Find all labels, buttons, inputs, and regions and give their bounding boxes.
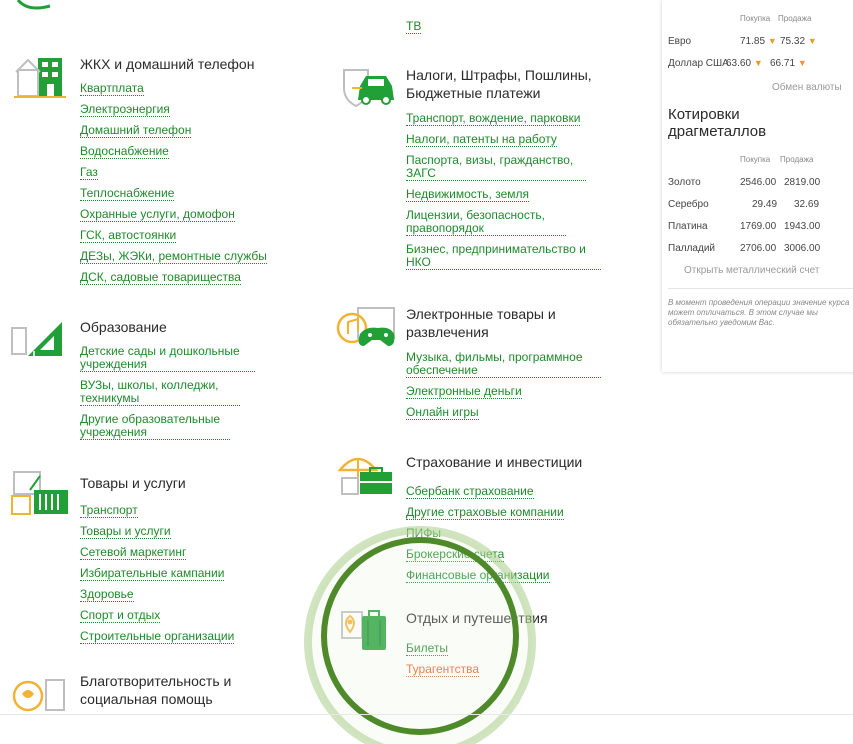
link-passports[interactable]: Паспорта, визы, гражданство, ЗАГС [406, 154, 586, 181]
category-title: Отдых и путешествия [406, 610, 548, 626]
metal-buy: 2706.00 [740, 243, 777, 254]
metal-sell: 2819.00 [784, 177, 821, 188]
category-goods-services: Товары и услуги Транспорт Товары и услуг… [80, 474, 300, 651]
category-title: Страхование и инвестиции [406, 454, 583, 470]
metal-buy: 29.49 [752, 199, 778, 210]
category-travel: Отдых и путешествия Билеты Турагентства [406, 609, 626, 684]
link-garage[interactable]: ГСК, автостоянки [80, 229, 177, 243]
link-online-games[interactable]: Онлайн игры [406, 406, 479, 420]
open-metal-account-link[interactable]: Открыть металлический счет [684, 265, 819, 276]
link-heating[interactable]: Теплоснабжение [80, 187, 175, 201]
link-transport[interactable]: Транспорт [80, 504, 138, 518]
link-network-marketing[interactable]: Сетевой маркетинг [80, 546, 187, 560]
currency-name: Доллар США [668, 58, 729, 69]
metal-buy: 1769.00 [740, 221, 777, 232]
metal-name: Платина [668, 221, 708, 232]
metal-name: Палладий [668, 243, 715, 254]
link-financial-orgs[interactable]: Финансовые организации [406, 569, 550, 583]
metal-name: Золото [668, 177, 701, 188]
charity-hand-heart-icon [12, 679, 65, 712]
link-e-money[interactable]: Электронные деньги [406, 385, 522, 399]
link-dez[interactable]: ДЕЗы, ЖЭКи, ремонтные службы [80, 250, 267, 264]
music-gamepad-icon [336, 307, 395, 346]
exchange-link[interactable]: Обмен валюты [772, 82, 842, 93]
metals-header-sell: Продажа [780, 155, 814, 164]
rate-disclaimer: В момент проведения операции значение ку… [668, 298, 850, 327]
link-dsk[interactable]: ДСК, садовые товарищества [80, 271, 241, 285]
link-goods-services[interactable]: Товары и услуги [80, 525, 171, 539]
link-real-estate[interactable]: Недвижимость, земля [406, 188, 530, 202]
metal-name: Серебро [668, 199, 709, 210]
metal-sell: 1943.00 [784, 221, 821, 232]
metals-title: Котировки драгметаллов [668, 106, 767, 140]
link-water[interactable]: Водоснабжение [80, 145, 169, 159]
link-other-education[interactable]: Другие образовательные учреждения [80, 413, 230, 440]
link-taxes-patents[interactable]: Налоги, патенты на работу [406, 133, 557, 147]
house-building-icon [14, 58, 66, 98]
currency-sell: 75.32 ▼ [780, 36, 817, 47]
link-health[interactable]: Здоровье [80, 588, 134, 602]
category-taxes: Налоги, Штрафы, Пошлины, Бюджетные плате… [406, 66, 636, 277]
link-election[interactable]: Избирательные кампании [80, 567, 225, 581]
link-music-films[interactable]: Музыка, фильмы, программное обеспечение [406, 351, 601, 378]
link-other-insurance[interactable]: Другие страховые компании [406, 506, 564, 520]
currency-header-buy: Покупка [740, 14, 771, 23]
link-travel-agencies[interactable]: Турагентства [406, 663, 480, 677]
link-pif[interactable]: ПИФы [406, 527, 441, 541]
down-arrow-icon: ▼ [753, 58, 763, 68]
link-licenses[interactable]: Лицензии, безопасность, правопорядок [406, 209, 566, 236]
category-utilities: ЖКХ и домашний телефон Квартплата Электр… [80, 55, 310, 292]
divider [0, 714, 853, 715]
currency-buy: 63.60 ▼ [726, 58, 763, 69]
link-gas[interactable]: Газ [80, 166, 98, 180]
travel-suitcase-icon [341, 610, 386, 650]
currency-name: Евро [668, 36, 692, 47]
category-charity: Благотворительность и социальная помощь [80, 672, 280, 708]
link-home-phone[interactable]: Домашний телефон [80, 124, 192, 138]
link-sport[interactable]: Спорт и отдых [80, 609, 161, 623]
category-insurance: Страхование и инвестиции Сбербанк страхо… [406, 453, 626, 590]
link-transport-driving[interactable]: Транспорт, вождение, парковки [406, 112, 581, 126]
metals-header-buy: Покупка [740, 155, 771, 164]
education-ruler-icon [11, 322, 62, 356]
link-universities[interactable]: ВУЗы, школы, колледжи, техникумы [80, 379, 240, 406]
category-education: Образование Детские сады и дошкольные уч… [80, 318, 300, 447]
category-title: ЖКХ и домашний телефон [80, 56, 255, 72]
shopping-basket-icon [11, 471, 68, 515]
partial-icon [16, 0, 51, 10]
metal-sell: 3006.00 [784, 243, 821, 254]
down-arrow-icon: ▼ [797, 58, 807, 68]
link-brokerage[interactable]: Брокерские счета [406, 548, 505, 562]
category-title: Товары и услуги [80, 475, 186, 491]
divider [668, 288, 853, 289]
category-title: Электронные товары и развлечения [406, 306, 556, 340]
umbrella-briefcase-icon [337, 457, 392, 495]
category-title: Налоги, Штрафы, Пошлины, Бюджетные плате… [406, 67, 592, 101]
metal-buy: 2546.00 [740, 177, 777, 188]
currency-sell: 66.71 ▼ [770, 58, 807, 69]
rates-panel: Покупка Продажа Евро 71.85 ▼ 75.32 ▼ Дол… [662, 0, 853, 372]
currency-header-sell: Продажа [778, 14, 812, 23]
currency-buy: 71.85 ▼ [740, 36, 777, 47]
link-construction[interactable]: Строительные организации [80, 630, 235, 644]
link-tickets[interactable]: Билеты [406, 642, 448, 656]
link-electricity[interactable]: Электроэнергия [80, 103, 170, 117]
link-business[interactable]: Бизнес, предпринимательство и НКО [406, 243, 601, 270]
down-arrow-icon: ▼ [767, 36, 777, 46]
category-title: Образование [80, 319, 167, 335]
tv-link[interactable]: ТВ [406, 20, 422, 34]
metal-sell: 32.69 [794, 199, 820, 210]
down-arrow-icon: ▼ [807, 36, 817, 46]
link-sber-insurance[interactable]: Сбербанк страхование [406, 485, 534, 499]
link-kindergartens[interactable]: Детские сады и дошкольные учреждения [80, 345, 255, 372]
category-electronics: Электронные товары и развлечения Музыка,… [406, 305, 626, 427]
link-kvartplata[interactable]: Квартплата [80, 82, 144, 96]
category-title[interactable]: Благотворительность и социальная помощь [80, 672, 280, 708]
taxes-car-icon [343, 69, 394, 108]
link-security[interactable]: Охранные услуги, домофон [80, 208, 235, 222]
